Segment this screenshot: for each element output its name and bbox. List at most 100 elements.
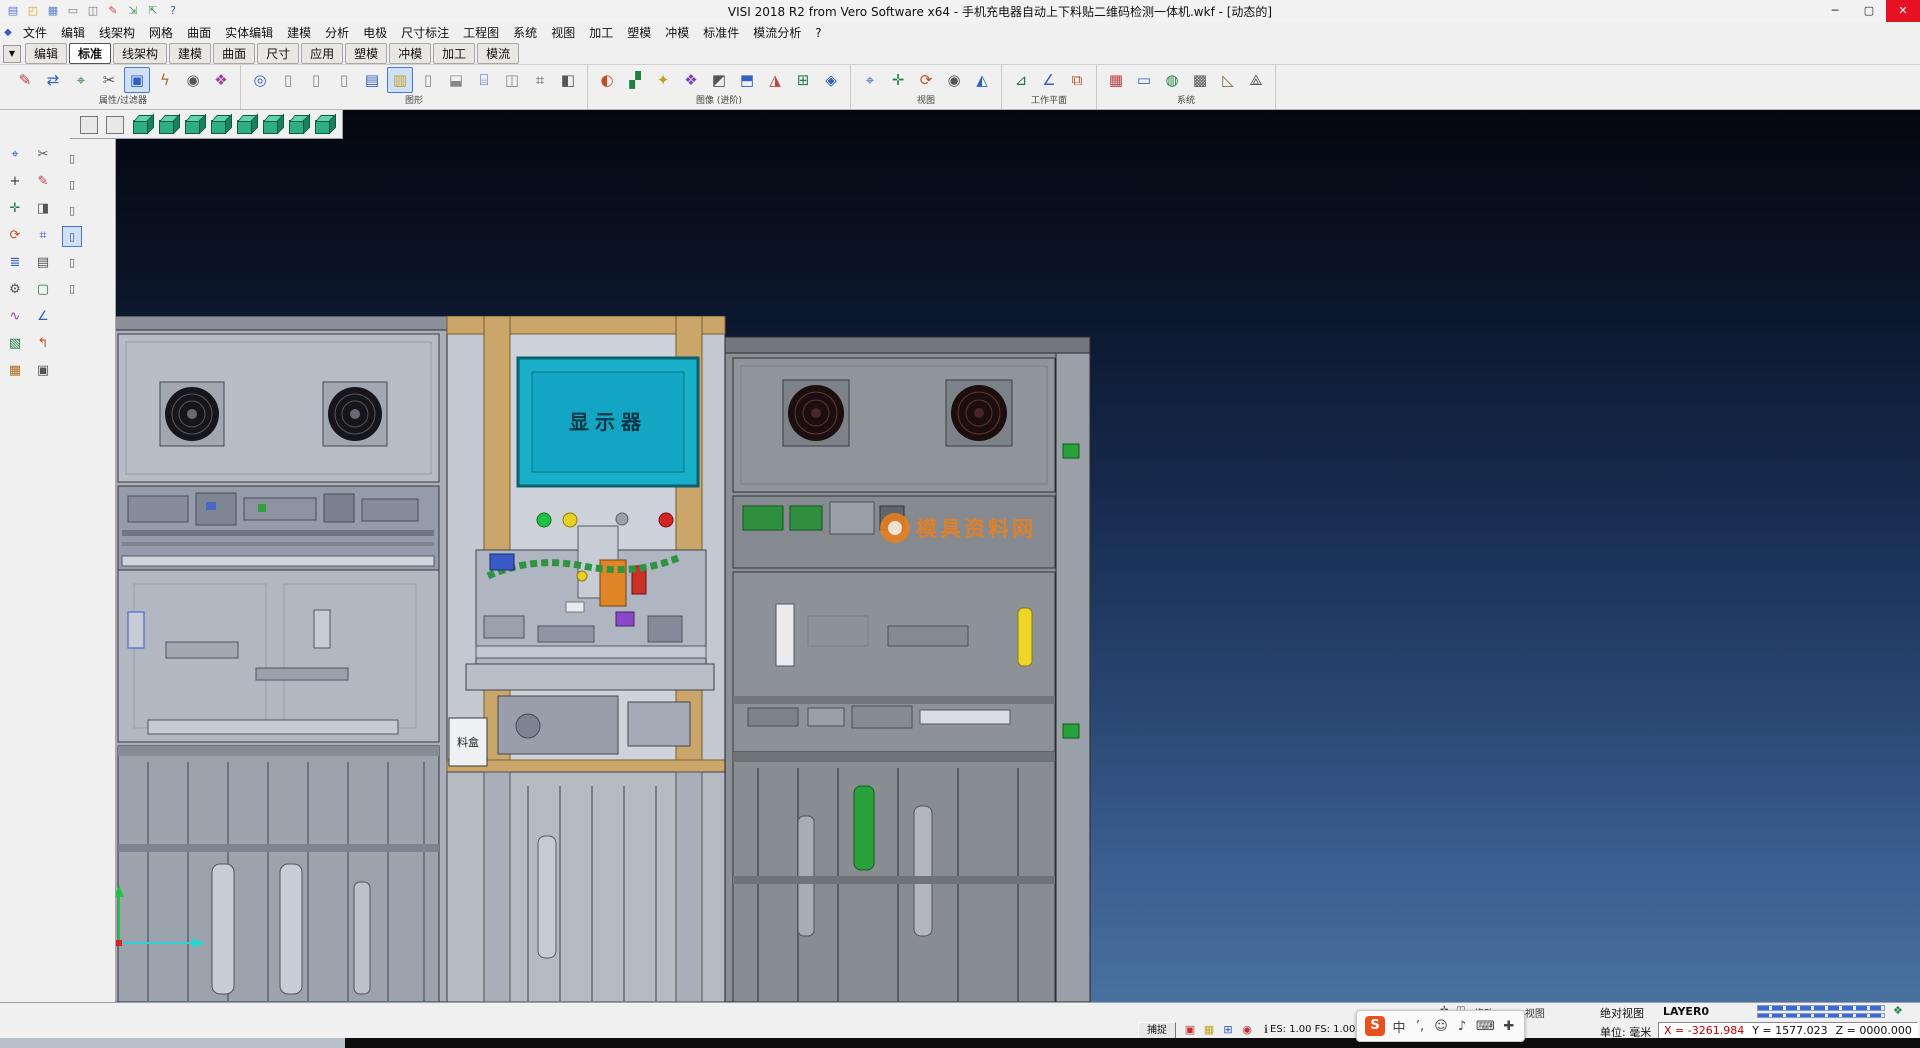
menu-item[interactable]: 塑模: [620, 22, 658, 43]
import-icon[interactable]: ⇲: [124, 3, 142, 19]
globe-icon[interactable]: ◍: [1159, 67, 1185, 93]
doc-slot-5-icon[interactable]: ▯: [62, 252, 82, 273]
menu-item[interactable]: 分析: [318, 22, 356, 43]
help-icon[interactable]: ?: [164, 3, 182, 19]
tab[interactable]: 塑模: [345, 43, 387, 64]
dynamic-view-icon[interactable]: ◭: [969, 67, 995, 93]
print-icon[interactable]: ▭: [64, 3, 82, 19]
tab[interactable]: 应用: [301, 43, 343, 64]
box-icon[interactable]: ▢: [32, 279, 54, 300]
viewport-layout-icon[interactable]: [78, 112, 100, 136]
curve-icon[interactable]: ∿: [4, 306, 26, 327]
arrow-up-icon[interactable]: ↰: [32, 333, 54, 354]
ime-emoji-icon[interactable]: ☺: [1434, 1019, 1448, 1034]
section-icon[interactable]: ◮: [762, 67, 788, 93]
menu-item[interactable]: 线架构: [92, 22, 142, 43]
render-icon[interactable]: ◐: [594, 67, 620, 93]
tab[interactable]: 冲模: [389, 43, 431, 64]
blank-sheet-icon[interactable]: ▯: [415, 67, 441, 93]
menu-item[interactable]: 标准件: [696, 22, 746, 43]
export-icon[interactable]: ⇱: [144, 3, 162, 19]
pan-icon[interactable]: ✛: [885, 67, 911, 93]
viewport-3d[interactable]: 显示器: [0, 110, 1920, 1002]
crosshair-icon[interactable]: +: [4, 171, 26, 192]
ime-keyboard-icon[interactable]: ⌨: [1476, 1019, 1495, 1034]
track-icon[interactable]: ◉: [1239, 1022, 1255, 1038]
ime-punctuation[interactable]: ’,: [1413, 1019, 1427, 1034]
clipboard-icon[interactable]: ▣: [32, 360, 54, 381]
top-view-icon[interactable]: [156, 112, 178, 136]
material-icon[interactable]: ❖: [678, 67, 704, 93]
menu-item[interactable]: 电极: [356, 22, 394, 43]
menu-item[interactable]: 编辑: [54, 22, 92, 43]
doc-slot-1-icon[interactable]: ▯: [62, 148, 82, 169]
tab[interactable]: 模流: [477, 43, 519, 64]
reflect-icon[interactable]: ⬒: [734, 67, 760, 93]
workplane-icon[interactable]: ⊿: [1008, 67, 1034, 93]
ime-mic-icon[interactable]: ♪: [1455, 1019, 1469, 1034]
menu-item[interactable]: 模流分析: [746, 22, 808, 43]
layer-visibility-icon[interactable]: ◉: [180, 67, 206, 93]
cylinder-icon[interactable]: ◎: [247, 67, 273, 93]
open-folder-icon[interactable]: ◰: [24, 3, 42, 19]
sheet-icon[interactable]: ▤: [359, 67, 385, 93]
doc-slot-4-icon[interactable]: ▯: [62, 226, 82, 247]
active-sheet-icon[interactable]: ▥: [387, 67, 413, 93]
menu-item[interactable]: 冲模: [658, 22, 696, 43]
maximize-button[interactable]: ▢: [1852, 0, 1886, 22]
tab[interactable]: 加工: [433, 43, 475, 64]
gallery-icon[interactable]: ◈: [818, 67, 844, 93]
doc-slot-6-icon[interactable]: ▯: [62, 278, 82, 299]
workplane-align-icon[interactable]: ∠: [1036, 67, 1062, 93]
erase-icon[interactable]: ◨: [32, 198, 54, 219]
solid-view-icon[interactable]: ⬓: [443, 67, 469, 93]
back-view-icon[interactable]: [260, 112, 282, 136]
tab[interactable]: 尺寸: [257, 43, 299, 64]
rotate-view-icon[interactable]: ⟳: [913, 67, 939, 93]
previous-view-icon[interactable]: ◉: [941, 67, 967, 93]
iso-view-icon[interactable]: [130, 112, 152, 136]
close-button[interactable]: ✕: [1886, 0, 1920, 22]
bottom-view-icon[interactable]: [286, 112, 308, 136]
monitor-icon[interactable]: ▭: [1131, 67, 1157, 93]
surface-icon[interactable]: ▧: [4, 333, 26, 354]
ime-mode-chinese[interactable]: 中: [1392, 1017, 1406, 1036]
magnet-icon[interactable]: ϟ: [152, 67, 178, 93]
selection-filter-icon[interactable]: ▣: [124, 67, 150, 93]
menu-item[interactable]: 系统: [506, 22, 544, 43]
menu-item[interactable]: ?: [808, 24, 828, 42]
shading-icon[interactable]: ◧: [555, 67, 581, 93]
minimize-button[interactable]: ─: [1818, 0, 1852, 22]
render-quality-icon[interactable]: ⟁: [1243, 67, 1269, 93]
shadow-icon[interactable]: ◩: [706, 67, 732, 93]
doc-slot-3-icon[interactable]: ▯: [62, 200, 82, 221]
measure-icon[interactable]: ⌗: [32, 225, 54, 246]
workplane-view-icon[interactable]: ⧉: [1064, 67, 1090, 93]
active-layer-indicator[interactable]: LAYER0: [1663, 1005, 1709, 1018]
gear-icon[interactable]: ⚙: [4, 279, 26, 300]
menu-item[interactable]: 实体编辑: [218, 22, 280, 43]
wireframe-icon[interactable]: ◫: [499, 67, 525, 93]
compare-icon[interactable]: ⊞: [790, 67, 816, 93]
move-icon[interactable]: ✛: [4, 198, 26, 219]
angle-icon[interactable]: ∠: [32, 306, 54, 327]
layers-icon[interactable]: ≣: [4, 252, 26, 273]
tab[interactable]: 曲面: [213, 43, 255, 64]
plot-icon[interactable]: ✎: [104, 3, 122, 19]
tab[interactable]: 建模: [169, 43, 211, 64]
left-view-icon[interactable]: [234, 112, 256, 136]
menu-item[interactable]: 网格: [142, 22, 180, 43]
sogou-logo-icon[interactable]: S: [1365, 1016, 1385, 1036]
right-view-icon[interactable]: [208, 112, 230, 136]
texture-icon[interactable]: ▞: [622, 67, 648, 93]
grid-icon[interactable]: ▦: [4, 360, 26, 381]
menu-item[interactable]: 文件: [16, 22, 54, 43]
save-icon[interactable]: ▦: [44, 3, 62, 19]
menu-item[interactable]: 曲面: [180, 22, 218, 43]
machine-3d-model[interactable]: 显示器: [108, 316, 1098, 1002]
front-view-icon[interactable]: [182, 112, 204, 136]
ime-toolbox-icon[interactable]: ✚: [1502, 1019, 1516, 1034]
doc-stack-icon[interactable]: ⌸: [471, 67, 497, 93]
rotate-icon[interactable]: ⟳: [4, 225, 26, 246]
attribute-edit-icon[interactable]: ✎: [12, 67, 38, 93]
